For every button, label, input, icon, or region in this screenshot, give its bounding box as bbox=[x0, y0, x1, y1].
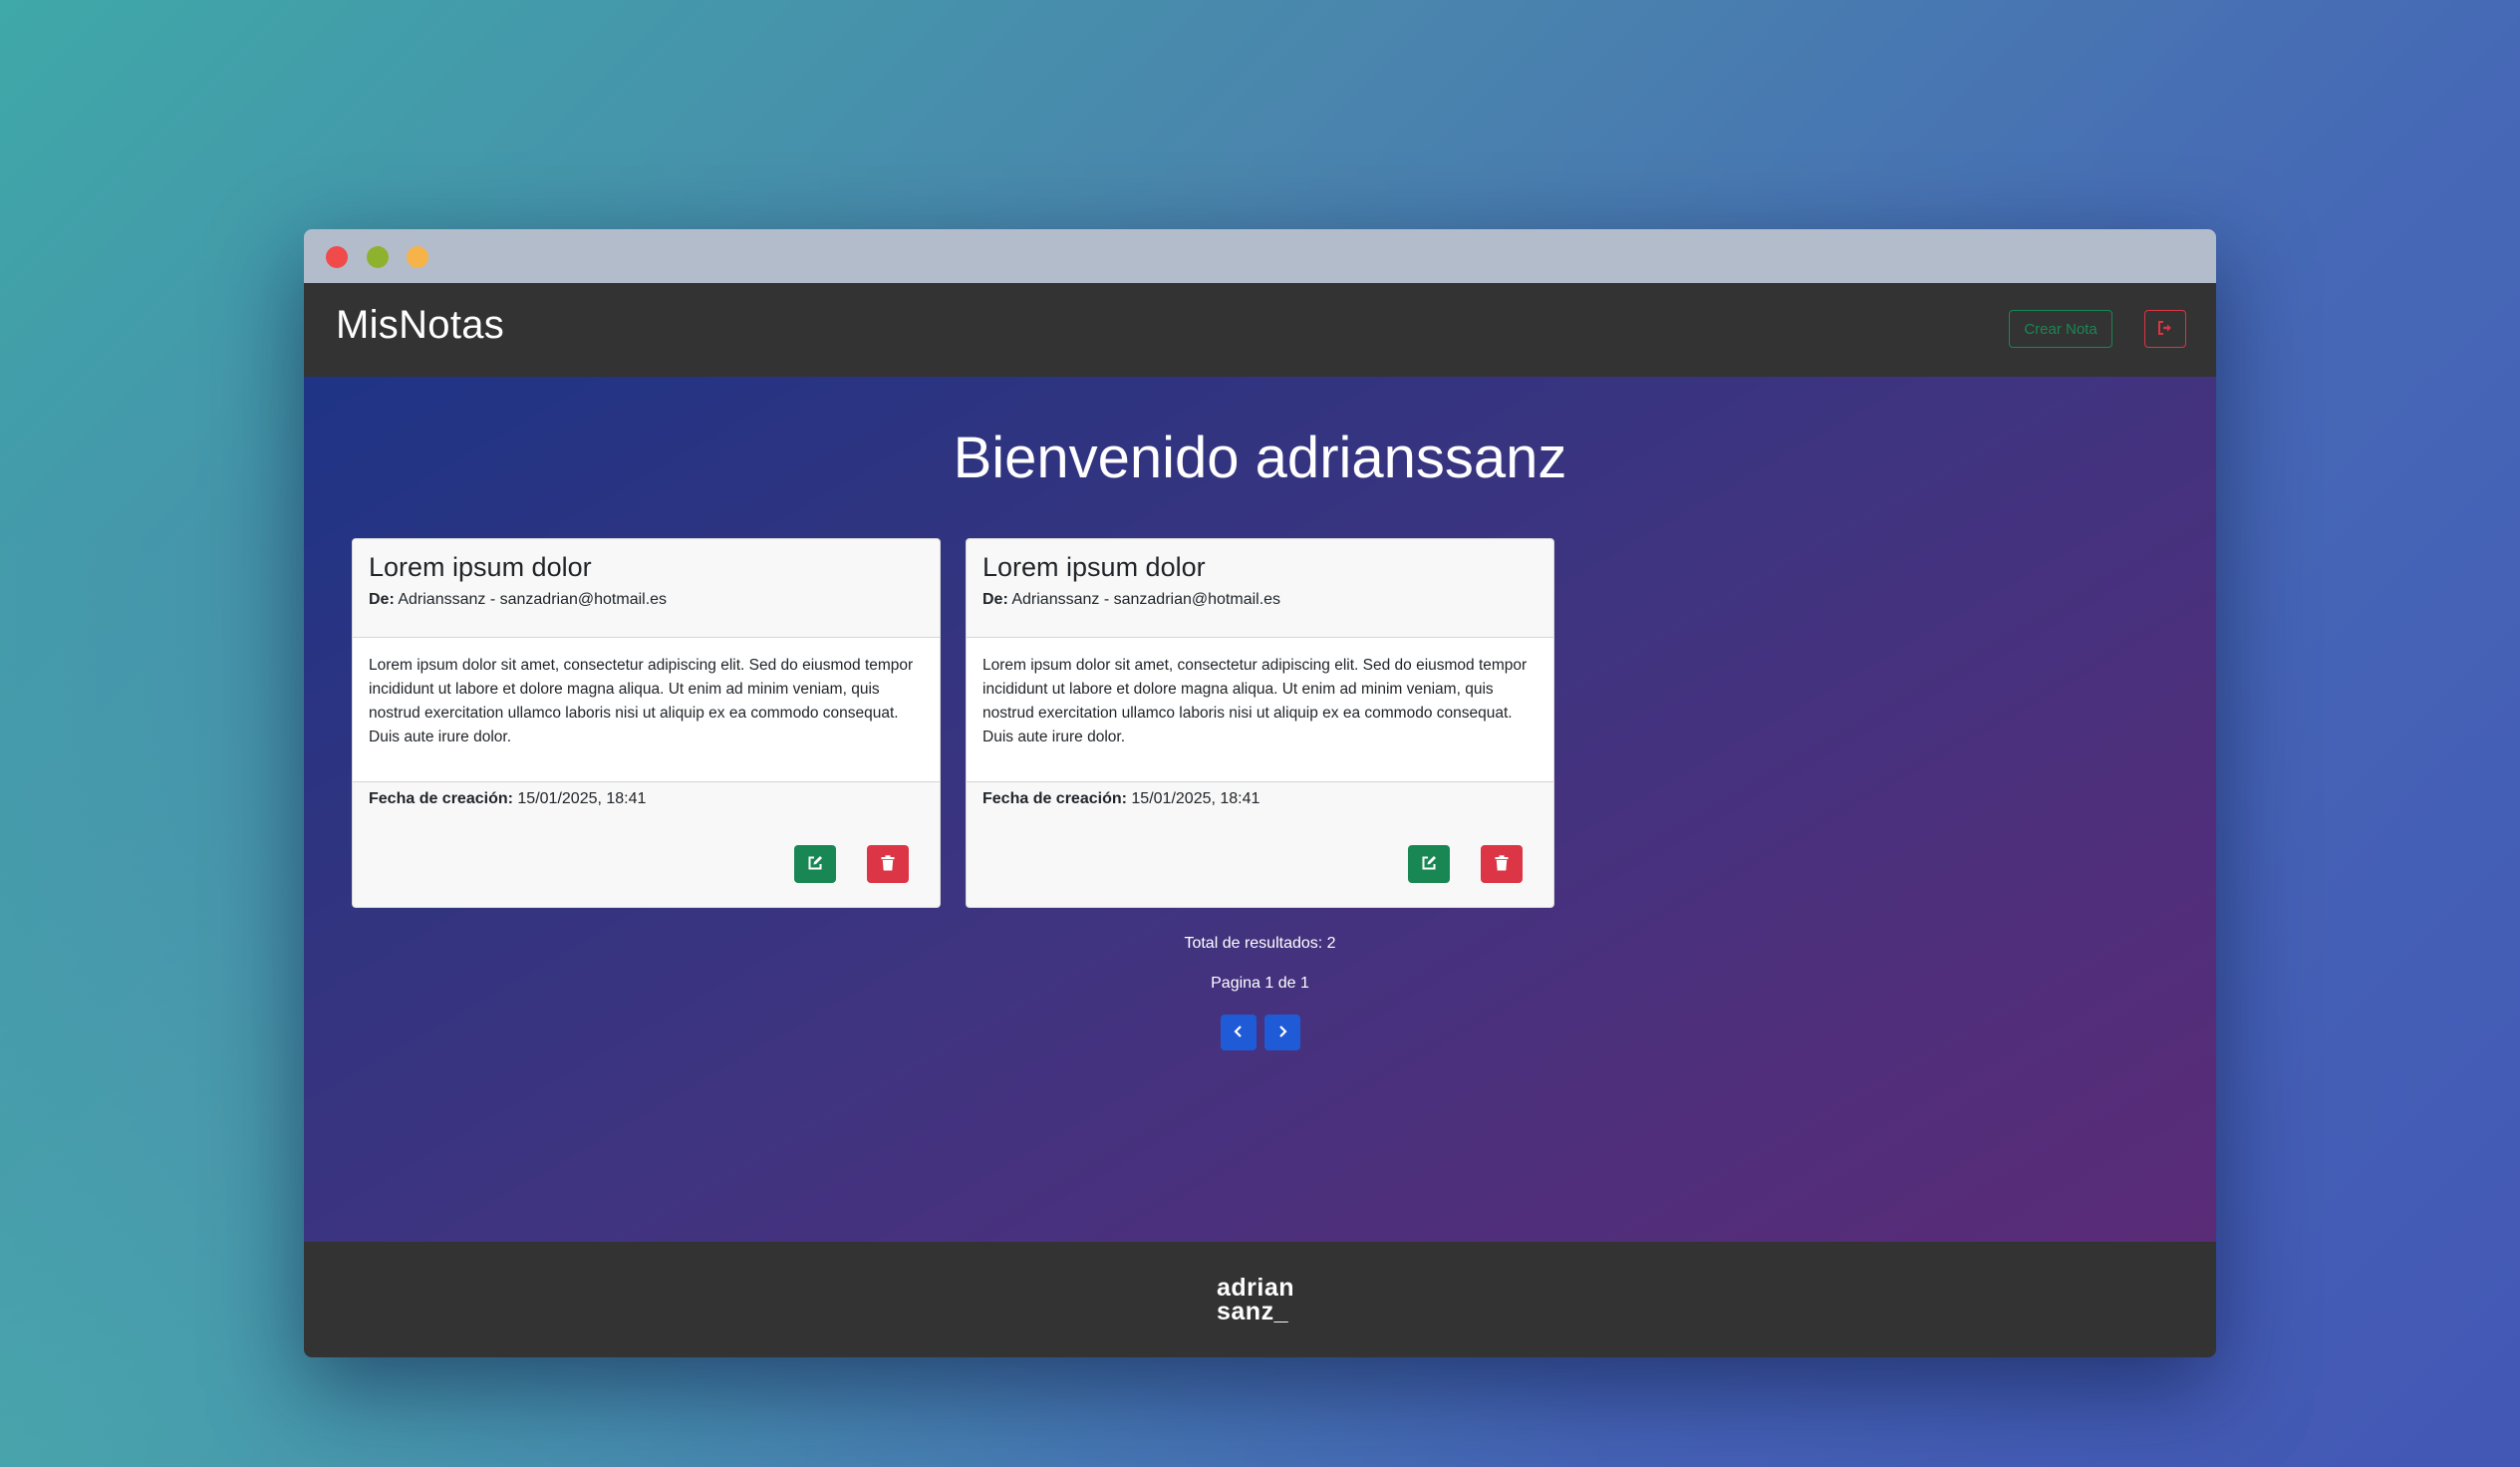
logo-line-2: sanz_ bbox=[1217, 1298, 1288, 1325]
create-note-button[interactable]: Crear Nota bbox=[2009, 310, 2112, 348]
note-card-header: Lorem ipsum dolor De: Adrianssanz - sanz… bbox=[353, 539, 940, 638]
edit-note-button[interactable] bbox=[1408, 845, 1450, 883]
next-page-button[interactable] bbox=[1264, 1015, 1300, 1050]
note-author-value: Adrianssanz - sanzadrian@hotmail.es bbox=[398, 591, 668, 608]
note-card-header: Lorem ipsum dolor De: Adrianssanz - sanz… bbox=[967, 539, 1553, 638]
delete-note-button[interactable] bbox=[1481, 845, 1523, 883]
navbar: MisNotas Crear Nota bbox=[304, 283, 2216, 377]
note-author-label: De: bbox=[982, 591, 1008, 608]
note-date-label: Fecha de creación: bbox=[369, 790, 513, 807]
footer-logo: adrian sanz_ bbox=[1217, 1274, 1316, 1325]
edit-icon bbox=[807, 855, 823, 874]
note-author: De: Adrianssanz - sanzadrian@hotmail.es bbox=[982, 591, 1538, 609]
previous-page-button[interactable] bbox=[1221, 1015, 1257, 1050]
trash-icon bbox=[1495, 854, 1509, 874]
edit-icon bbox=[1421, 855, 1437, 874]
app-brand[interactable]: MisNotas bbox=[336, 303, 504, 348]
note-author: De: Adrianssanz - sanzadrian@hotmail.es bbox=[369, 591, 924, 609]
note-body: Lorem ipsum dolor sit amet, consectetur … bbox=[353, 638, 940, 782]
note-date-label: Fecha de creación: bbox=[982, 790, 1127, 807]
note-date-value: 15/01/2025, 18:41 bbox=[517, 790, 647, 807]
note-card-footer: Fecha de creación: 15/01/2025, 18:41 bbox=[353, 782, 940, 907]
note-body: Lorem ipsum dolor sit amet, consectetur … bbox=[967, 638, 1553, 782]
footer: adrian sanz_ bbox=[304, 1242, 2216, 1357]
minimize-window-icon[interactable] bbox=[407, 246, 428, 268]
main-content: Bienvenido adrianssanz Lorem ipsum dolor… bbox=[304, 377, 2216, 1242]
note-title: Lorem ipsum dolor bbox=[369, 552, 592, 582]
note-card-footer: Fecha de creación: 15/01/2025, 18:41 bbox=[967, 782, 1553, 907]
total-results: Total de resultados: 2 bbox=[1184, 935, 1336, 952]
chevron-right-icon bbox=[1275, 1025, 1289, 1041]
note-date-value: 15/01/2025, 18:41 bbox=[1131, 790, 1260, 807]
maximize-window-icon[interactable] bbox=[367, 246, 389, 268]
window-titlebar bbox=[304, 229, 2216, 283]
note-author-label: De: bbox=[369, 591, 395, 608]
logout-button[interactable] bbox=[2144, 310, 2186, 348]
chevron-left-icon bbox=[1232, 1025, 1246, 1041]
edit-note-button[interactable] bbox=[794, 845, 836, 883]
trash-icon bbox=[881, 854, 895, 874]
logo-line-1: adrian bbox=[1217, 1274, 1295, 1302]
note-card: Lorem ipsum dolor De: Adrianssanz - sanz… bbox=[352, 538, 941, 908]
welcome-heading: Bienvenido adrianssanz bbox=[953, 426, 1567, 490]
delete-note-button[interactable] bbox=[867, 845, 909, 883]
page-info: Pagina 1 de 1 bbox=[1211, 975, 1309, 992]
note-title: Lorem ipsum dolor bbox=[982, 552, 1206, 582]
note-author-value: Adrianssanz - sanzadrian@hotmail.es bbox=[1011, 591, 1281, 608]
close-window-icon[interactable] bbox=[326, 246, 348, 268]
sign-out-icon bbox=[2157, 320, 2173, 338]
browser-window: MisNotas Crear Nota Bienvenido adrianssa… bbox=[304, 229, 2216, 1357]
note-card: Lorem ipsum dolor De: Adrianssanz - sanz… bbox=[966, 538, 1554, 908]
